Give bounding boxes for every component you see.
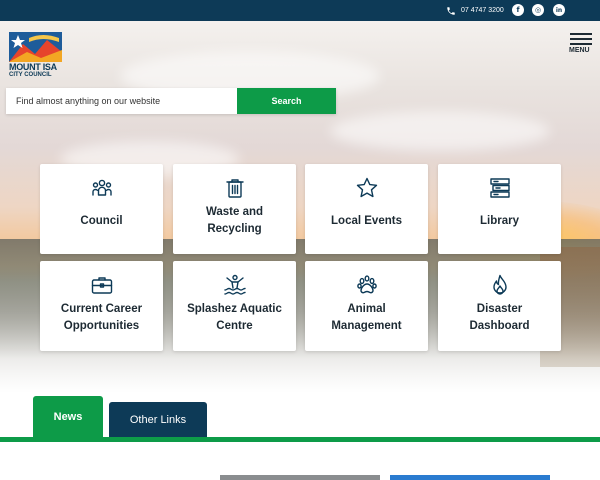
- site-search: Search: [6, 88, 336, 114]
- tile-label: Library: [480, 214, 519, 227]
- council-logo[interactable]: MOUNT ISA CITY COUNCIL: [9, 32, 62, 80]
- phone-icon: [447, 6, 455, 15]
- tile-label: Local Events: [331, 214, 402, 227]
- phone-link[interactable]: 07 4747 3200: [446, 4, 504, 17]
- menu-icon: [570, 33, 592, 35]
- logo-emblem-icon: [9, 32, 62, 62]
- tile-library[interactable]: Library: [438, 164, 561, 254]
- linkedin-icon[interactable]: in: [553, 4, 565, 16]
- tile-local-events[interactable]: Local Events: [305, 164, 428, 254]
- logo-line1: MOUNT ISA: [9, 62, 57, 72]
- tile-waste-recycling[interactable]: Waste and Recycling: [173, 164, 296, 254]
- tab-underline: [0, 437, 600, 442]
- people-icon: [89, 175, 115, 201]
- tile-label: Council: [80, 214, 123, 227]
- menu-button[interactable]: MENU: [568, 32, 594, 56]
- books-icon: [487, 175, 513, 201]
- paw-icon: [354, 272, 380, 298]
- swimmer-icon: [222, 272, 248, 298]
- tile-label: Waste and Recycling: [205, 206, 264, 235]
- tile-career-opportunities[interactable]: Current Career Opportunities: [40, 261, 163, 351]
- tile-animal-management[interactable]: Animal Management: [305, 261, 428, 351]
- phone-number: 07 4747 3200: [461, 7, 504, 14]
- news-card-image[interactable]: [390, 475, 550, 480]
- news-card-image[interactable]: [220, 475, 380, 480]
- search-button[interactable]: Search: [237, 88, 336, 114]
- tab-other-links[interactable]: Other Links: [109, 402, 207, 438]
- menu-label: MENU: [569, 47, 590, 54]
- facebook-icon[interactable]: f: [512, 4, 524, 16]
- tile-label: Current Career Opportunities: [60, 303, 143, 332]
- flame-icon: [487, 272, 513, 298]
- tile-label: Animal Management: [331, 303, 402, 332]
- content-tabs: News Other Links: [0, 396, 600, 442]
- tile-splashez-aquatic[interactable]: Splashez Aquatic Centre: [173, 261, 296, 351]
- tab-news[interactable]: News: [33, 396, 103, 438]
- tile-label: Disaster Dashboard: [469, 303, 530, 332]
- tile-label: Splashez Aquatic Centre: [187, 303, 282, 332]
- top-bar: 07 4747 3200 f ◎ in: [0, 0, 600, 21]
- bin-icon: [222, 175, 248, 201]
- tile-council[interactable]: Council: [40, 164, 163, 254]
- star-icon: [354, 175, 380, 201]
- logo-line2: CITY COUNCIL: [9, 72, 52, 78]
- search-input[interactable]: [6, 88, 237, 114]
- tile-disaster-dashboard[interactable]: Disaster Dashboard: [438, 261, 561, 351]
- instagram-icon[interactable]: ◎: [532, 4, 544, 16]
- briefcase-icon: [89, 272, 115, 298]
